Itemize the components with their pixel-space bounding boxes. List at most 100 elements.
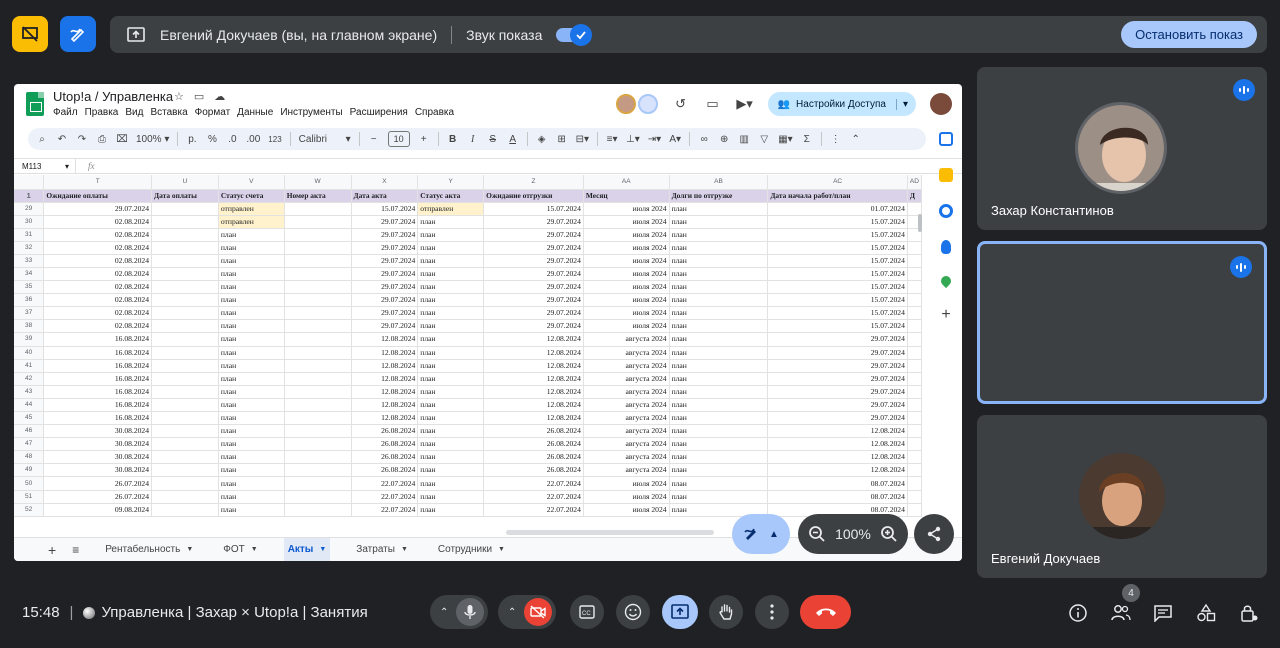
cell-act-number[interactable] bbox=[284, 490, 352, 504]
zoom-select[interactable]: 100% ▾ bbox=[136, 130, 169, 148]
cell-payment-date[interactable] bbox=[151, 385, 219, 399]
name-box[interactable]: M113 ▾ bbox=[14, 159, 76, 173]
cell-act-status[interactable]: план bbox=[417, 359, 485, 373]
cell-payment-due[interactable]: 16.08.2024 bbox=[43, 411, 153, 426]
cell-payment-due[interactable]: 02.08.2024 bbox=[43, 241, 153, 255]
cell-next[interactable] bbox=[907, 372, 922, 386]
camera-control[interactable]: ⌃ bbox=[498, 595, 556, 629]
column-header[interactable]: Y bbox=[417, 175, 485, 190]
cell-act-number[interactable] bbox=[284, 267, 352, 282]
cell-act-number[interactable] bbox=[284, 202, 352, 216]
menu-edit[interactable]: Правка bbox=[85, 107, 119, 118]
cell-act-date[interactable]: 22.07.2024 bbox=[351, 490, 419, 504]
cell-payment-due[interactable]: 30.08.2024 bbox=[43, 437, 153, 452]
cell-invoice-status[interactable]: план bbox=[218, 437, 285, 452]
cell-start-date[interactable]: 15.07.2024 bbox=[767, 241, 908, 255]
font-size-decrease-button[interactable]: − bbox=[368, 130, 380, 148]
cell-shipment-debt[interactable]: план bbox=[669, 280, 769, 295]
select-all-corner[interactable] bbox=[14, 175, 45, 190]
cell-act-number[interactable] bbox=[284, 503, 352, 517]
cell-act-number[interactable] bbox=[284, 254, 352, 268]
cell-payment-due[interactable]: 02.08.2024 bbox=[43, 215, 153, 229]
column-header[interactable]: U bbox=[151, 175, 219, 190]
cell-act-number[interactable] bbox=[284, 215, 352, 229]
cell-start-date[interactable]: 15.07.2024 bbox=[767, 215, 908, 229]
cell-start-date[interactable]: 08.07.2024 bbox=[767, 490, 908, 504]
cell-shipment-debt[interactable]: план bbox=[669, 332, 769, 347]
cell-payment-date[interactable] bbox=[151, 280, 219, 295]
cell-act-date[interactable]: 12.08.2024 bbox=[351, 359, 419, 373]
cell-act-status[interactable]: план bbox=[417, 398, 485, 413]
cell-act-number[interactable] bbox=[284, 437, 352, 452]
cell-next[interactable] bbox=[907, 280, 922, 295]
cell-next[interactable] bbox=[907, 346, 922, 360]
cell-act-date[interactable]: 12.08.2024 bbox=[351, 346, 419, 360]
vertical-scrollbar[interactable] bbox=[918, 214, 922, 232]
comment-icon[interactable]: ▭ bbox=[704, 95, 722, 113]
print-icon[interactable]: ⎙ bbox=[96, 130, 108, 148]
cell-start-date[interactable]: 15.07.2024 bbox=[767, 254, 908, 268]
cell-payment-due[interactable]: 29.07.2024 bbox=[43, 202, 153, 216]
cell-shipment-debt[interactable]: план bbox=[669, 202, 769, 216]
more-options-icon[interactable]: ⋮ bbox=[830, 130, 842, 148]
row-number[interactable]: 1 bbox=[14, 189, 45, 203]
column-header[interactable]: X bbox=[351, 175, 419, 190]
collapse-toolbar-icon[interactable]: ⌃ bbox=[850, 130, 862, 148]
filter-icon[interactable]: ▽ bbox=[758, 130, 770, 148]
zoom-in-icon[interactable] bbox=[880, 525, 898, 543]
camera-off-icon[interactable] bbox=[524, 598, 552, 626]
cell-month[interactable]: августа 2024 bbox=[583, 411, 670, 426]
cell-next[interactable] bbox=[907, 476, 922, 491]
number-format-button[interactable]: 123 bbox=[268, 130, 281, 148]
cell-act-status[interactable]: план bbox=[417, 241, 485, 255]
cell-act-date[interactable]: 29.07.2024 bbox=[351, 228, 419, 242]
row-number[interactable]: 42 bbox=[14, 372, 45, 386]
meeting-details-button[interactable] bbox=[1067, 602, 1089, 624]
cell-act-number[interactable] bbox=[284, 463, 352, 478]
cell-shipment-due[interactable]: 29.07.2024 bbox=[483, 228, 584, 242]
cell-month[interactable]: июля 2024 bbox=[583, 215, 670, 229]
cell-payment-due[interactable]: 02.08.2024 bbox=[43, 267, 153, 282]
cell-month[interactable]: августа 2024 bbox=[583, 372, 670, 386]
cell-act-number[interactable] bbox=[284, 306, 352, 321]
cell-start-date[interactable]: 12.08.2024 bbox=[767, 437, 908, 452]
row-number[interactable]: 46 bbox=[14, 424, 45, 439]
cell-invoice-status[interactable]: план bbox=[218, 503, 285, 517]
cell-invoice-status[interactable]: план bbox=[218, 319, 285, 334]
cell-month[interactable]: августа 2024 bbox=[583, 359, 670, 373]
decrease-decimal-button[interactable]: .0 bbox=[226, 130, 238, 148]
strikethrough-button[interactable]: S bbox=[487, 130, 499, 148]
cell-payment-date[interactable] bbox=[151, 241, 219, 255]
cell-invoice-status[interactable]: план bbox=[218, 254, 285, 268]
cell-payment-date[interactable] bbox=[151, 202, 219, 216]
cell-month[interactable]: июля 2024 bbox=[583, 267, 670, 282]
cell-start-date[interactable]: 29.07.2024 bbox=[767, 346, 908, 360]
zoom-out-icon[interactable] bbox=[808, 525, 826, 543]
row-number[interactable]: 35 bbox=[14, 280, 45, 295]
cell-act-status[interactable]: план bbox=[417, 332, 485, 347]
italic-button[interactable]: I bbox=[467, 130, 479, 148]
leave-call-button[interactable] bbox=[800, 595, 851, 629]
cell-act-status[interactable]: план bbox=[417, 476, 485, 491]
align-vertical-icon[interactable]: ⊥▾ bbox=[626, 130, 640, 148]
cell-invoice-status[interactable]: план bbox=[218, 359, 285, 373]
cell-payment-due[interactable]: 02.08.2024 bbox=[43, 228, 153, 242]
column-header[interactable]: V bbox=[218, 175, 285, 190]
cell-payment-due[interactable]: 16.08.2024 bbox=[43, 332, 153, 347]
cell-shipment-due[interactable]: 12.08.2024 bbox=[483, 372, 584, 386]
cell-payment-due[interactable]: 16.08.2024 bbox=[43, 398, 153, 413]
cell-month[interactable]: июля 2024 bbox=[583, 490, 670, 504]
cell-start-date[interactable]: 29.07.2024 bbox=[767, 332, 908, 347]
cell-invoice-status[interactable]: план bbox=[218, 411, 285, 426]
no-present-icon-button[interactable] bbox=[12, 16, 48, 52]
participant-tile[interactable]: Захар Константинов bbox=[977, 67, 1267, 230]
cell-next[interactable] bbox=[907, 437, 922, 452]
cell-invoice-status[interactable]: план bbox=[218, 450, 285, 465]
cell-act-date[interactable]: 12.08.2024 bbox=[351, 398, 419, 413]
cell-invoice-status[interactable]: план bbox=[218, 346, 285, 360]
cell-payment-due[interactable]: 30.08.2024 bbox=[43, 450, 153, 465]
cell-payment-date[interactable] bbox=[151, 437, 219, 452]
cloud-icon[interactable]: ☁ bbox=[214, 90, 225, 103]
cell-next[interactable] bbox=[907, 385, 922, 399]
cell-next[interactable] bbox=[907, 241, 922, 255]
